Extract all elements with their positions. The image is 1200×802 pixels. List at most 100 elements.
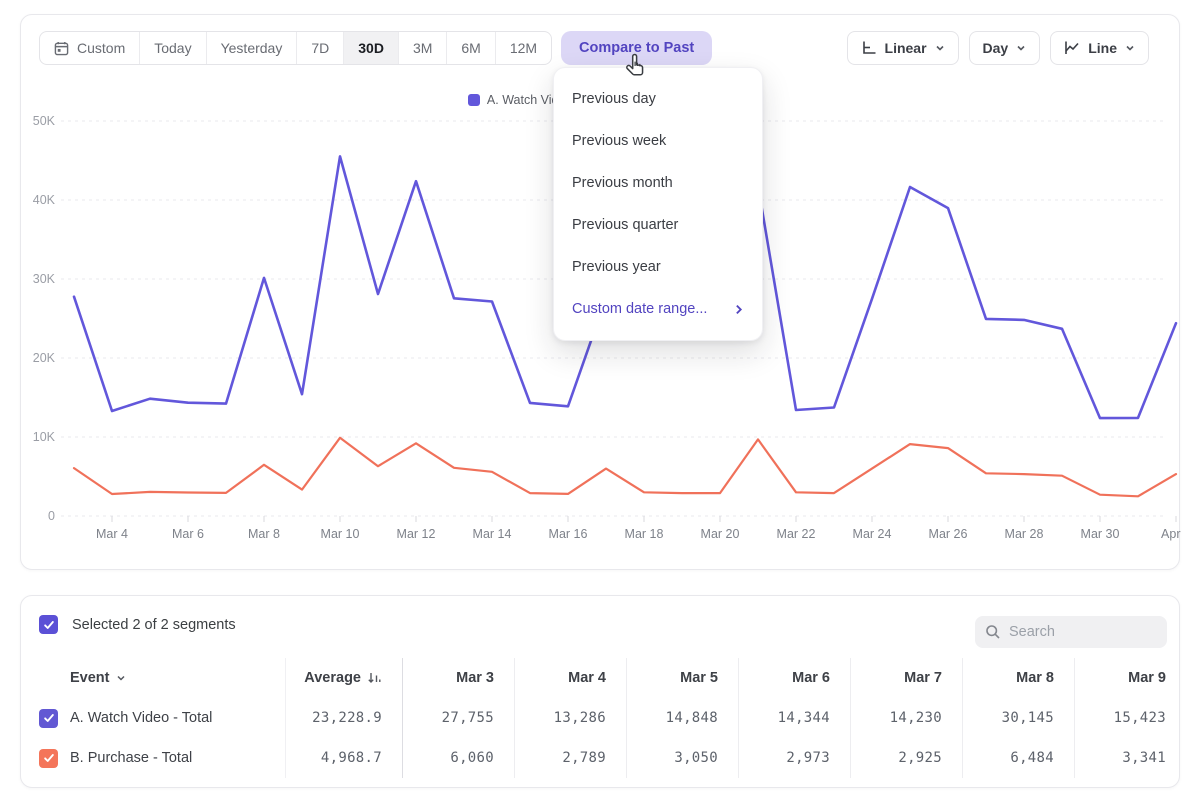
value-cell: 14,344 — [739, 698, 851, 738]
event-cell: B. Purchase - Total — [21, 738, 286, 778]
date-preset-label: 30D — [358, 40, 384, 56]
y-axis-label: 0 — [48, 509, 55, 523]
date-column-header[interactable]: Mar 7 — [851, 658, 963, 698]
date-preset-label: 6M — [461, 40, 480, 56]
y-axis-label: 10K — [33, 430, 56, 444]
average-column-header[interactable]: Average — [286, 658, 403, 698]
date-preset-label: 7D — [311, 40, 329, 56]
date-value: 3,341 — [1122, 750, 1166, 766]
value-cell: 2,925 — [851, 738, 963, 778]
value-cell: 30,145 — [963, 698, 1075, 738]
y-axis-label: 20K — [33, 351, 56, 365]
date-value: 6,484 — [1010, 750, 1054, 766]
date-column-header[interactable]: Mar 4 — [515, 658, 627, 698]
x-axis-label: Mar 30 — [1081, 527, 1120, 541]
segments-panel: Selected 2 of 2 segments Event Average — [20, 595, 1180, 788]
legend-swatch — [468, 94, 480, 106]
x-axis-label: Mar 26 — [929, 527, 968, 541]
chart-type-dropdown-button[interactable]: Line — [1050, 31, 1149, 65]
date-preset-label: 12M — [510, 40, 537, 56]
search-icon — [985, 624, 1001, 640]
calendar-icon — [54, 41, 69, 56]
date-value: 14,344 — [778, 710, 830, 726]
segment-checkbox[interactable] — [39, 749, 58, 768]
date-preset-label: Custom — [77, 40, 125, 56]
interval-dropdown-label: Day — [983, 40, 1009, 56]
chart-type-dropdown-label: Line — [1088, 40, 1117, 56]
date-preset-label: Today — [154, 40, 191, 56]
sort-icon — [367, 671, 382, 685]
date-preset-30d[interactable]: 30D — [344, 32, 399, 64]
date-value: 2,973 — [786, 750, 830, 766]
menu-item-previous-day[interactable]: Previous day — [554, 78, 762, 120]
date-preset-yesterday[interactable]: Yesterday — [207, 32, 298, 64]
line-chart-icon — [1064, 40, 1080, 56]
date-preset-label: Yesterday — [221, 40, 283, 56]
date-preset-6m[interactable]: 6M — [447, 32, 495, 64]
date-preset-today[interactable]: Today — [140, 32, 206, 64]
selected-segments-row: Selected 2 of 2 segments — [39, 615, 236, 634]
value-cell: 6,484 — [963, 738, 1075, 778]
date-value: 14,848 — [666, 710, 718, 726]
date-preset-3m[interactable]: 3M — [399, 32, 447, 64]
chevron-down-icon — [935, 43, 945, 53]
value-cell: 27,755 — [403, 698, 515, 738]
date-preset-7d[interactable]: 7D — [297, 32, 344, 64]
x-axis-label: Mar 6 — [172, 527, 204, 541]
table-row: A. Watch Video - Total23,228.927,75513,2… — [21, 698, 1180, 738]
event-column-header[interactable]: Event — [21, 658, 286, 698]
date-column-header[interactable]: Mar 5 — [627, 658, 739, 698]
date-header-label: Mar 9 — [1128, 670, 1166, 686]
x-axis-label: Apr 1 — [1161, 527, 1181, 541]
date-preset-12m[interactable]: 12M — [496, 32, 551, 64]
interval-dropdown-button[interactable]: Day — [969, 31, 1041, 65]
table-row: B. Purchase - Total4,968.76,0602,7893,05… — [21, 738, 1180, 778]
checkmark-icon — [43, 712, 55, 724]
segment-checkbox[interactable] — [39, 709, 58, 728]
date-column-header[interactable]: Mar 9 — [1075, 658, 1180, 698]
date-value: 6,060 — [450, 750, 494, 766]
date-header-label: Mar 6 — [792, 670, 830, 686]
date-value: 30,145 — [1002, 710, 1054, 726]
x-axis-label: Mar 18 — [625, 527, 664, 541]
analytics-dashboard: CustomTodayYesterday7D30D3M6M12M Compare… — [0, 0, 1200, 802]
search-box[interactable] — [975, 616, 1167, 648]
menu-item-previous-quarter[interactable]: Previous quarter — [554, 204, 762, 246]
checkmark-icon — [43, 752, 55, 764]
x-axis-label: Mar 10 — [321, 527, 360, 541]
segment-label: B. Purchase - Total — [70, 750, 192, 766]
date-value: 13,286 — [554, 710, 606, 726]
menu-item-previous-week[interactable]: Previous week — [554, 120, 762, 162]
date-header-label: Mar 5 — [680, 670, 718, 686]
date-column-header[interactable]: Mar 8 — [963, 658, 1075, 698]
date-column-header[interactable]: Mar 6 — [739, 658, 851, 698]
search-input[interactable] — [1009, 624, 1149, 640]
scale-dropdown-button[interactable]: Linear — [847, 31, 959, 65]
menu-item-previous-month[interactable]: Previous month — [554, 162, 762, 204]
date-value: 14,230 — [890, 710, 942, 726]
date-preset-label: 3M — [413, 40, 432, 56]
date-preset-custom[interactable]: Custom — [40, 32, 140, 64]
segments-table: Event Average Mar 3 Mar 4 Mar 5 Mar 6 Mar 7 M… — [21, 658, 1180, 778]
table-header-row: Event Average Mar 3 Mar 4 Mar 5 Mar 6 Mar 7 M… — [21, 658, 1180, 698]
chevron-down-icon — [1125, 43, 1135, 53]
y-axis-label: 50K — [33, 114, 56, 128]
x-axis-label: Mar 20 — [701, 527, 740, 541]
average-header-label: Average — [304, 670, 361, 686]
average-cell: 4,968.7 — [286, 738, 403, 778]
menu-item-previous-year[interactable]: Previous year — [554, 246, 762, 288]
compare-to-past-menu: Previous dayPrevious weekPrevious monthP… — [553, 67, 763, 341]
menu-item-custom-date-range[interactable]: Custom date range... — [554, 288, 762, 330]
scale-dropdown-label: Linear — [885, 40, 927, 56]
x-axis-label: Mar 4 — [96, 527, 128, 541]
date-header-label: Mar 8 — [1016, 670, 1054, 686]
value-cell: 14,230 — [851, 698, 963, 738]
chevron-down-icon — [116, 673, 126, 683]
date-header-label: Mar 3 — [456, 670, 494, 686]
value-cell: 3,050 — [627, 738, 739, 778]
select-all-checkbox[interactable] — [39, 615, 58, 634]
date-value: 3,050 — [674, 750, 718, 766]
date-column-header[interactable]: Mar 3 — [403, 658, 515, 698]
value-cell: 15,423 — [1075, 698, 1180, 738]
value-cell: 14,848 — [627, 698, 739, 738]
